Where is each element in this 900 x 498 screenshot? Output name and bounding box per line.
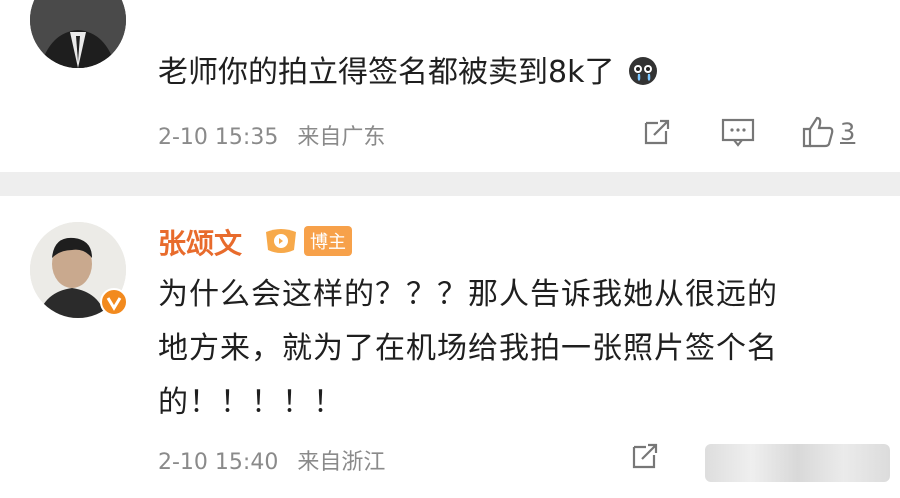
- avatar-image: [30, 0, 126, 68]
- fan-level-icon: [266, 229, 296, 253]
- comment-icon: [721, 118, 755, 147]
- comment-location: 来自浙江: [297, 450, 386, 475]
- comment-text-content: 老师你的拍立得签名都被卖到8k了: [158, 55, 615, 90]
- blogger-badge: 博主: [262, 226, 352, 256]
- verified-icon: [100, 288, 128, 316]
- comment-text: 为什么会这样的？？？那人告诉我她从很远的 地方来，就为了在机场给我拍一张照片签个…: [158, 268, 858, 430]
- username[interactable]: 张颂文: [158, 222, 242, 262]
- comment-time: 2-10 15:40: [158, 450, 279, 475]
- badge-label: 博主: [304, 226, 352, 256]
- avatar[interactable]: [30, 0, 126, 68]
- share-button[interactable]: [628, 436, 662, 476]
- share-button[interactable]: [640, 112, 674, 152]
- share-icon: [644, 119, 670, 145]
- thumbs-up-icon: [802, 116, 834, 148]
- share-icon: [632, 443, 658, 469]
- comment-2: 张颂文 博主 为什么会这样的？？？那人告诉我她从很远的 地方来，就为了在机场给我…: [0, 196, 900, 498]
- comment-button[interactable]: [720, 112, 756, 152]
- crying-face-icon: [629, 57, 658, 85]
- comment-line: 地方来，就为了在机场给我拍一张照片签个名: [158, 331, 778, 366]
- comment-1: 老师你的拍立得签名都被卖到8k了 2-10 15:35 来自广东 3: [0, 0, 900, 172]
- like-count: 3: [840, 118, 856, 146]
- comment-line: 为什么会这样的？？？那人告诉我她从很远的: [158, 277, 778, 312]
- like-button[interactable]: 3: [800, 112, 855, 152]
- comment-meta: 2-10 15:40 来自浙江: [158, 444, 385, 476]
- comment-divider: [0, 172, 900, 196]
- comment-line: 的！！！！！: [158, 385, 344, 420]
- comment-text: 老师你的拍立得签名都被卖到8k了: [158, 46, 658, 100]
- watermark: [705, 444, 890, 482]
